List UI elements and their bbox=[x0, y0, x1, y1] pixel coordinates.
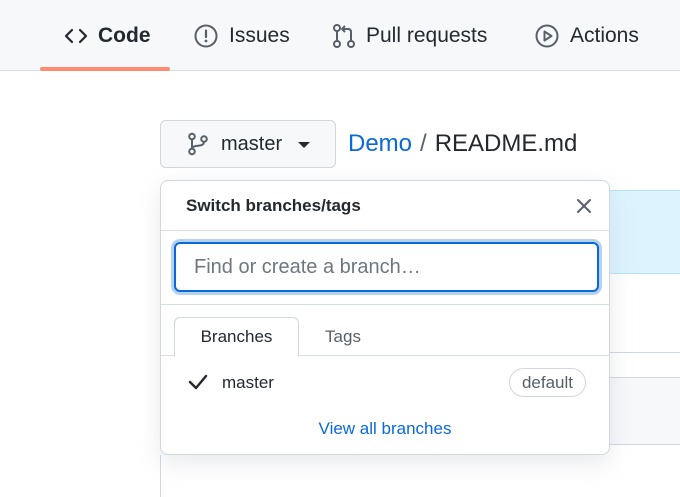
tab-label: Code bbox=[98, 23, 151, 47]
breadcrumb: Demo / README.md bbox=[348, 130, 577, 158]
dropdown-tabs: Branches Tags bbox=[161, 305, 609, 357]
tab-label: Pull requests bbox=[366, 23, 488, 47]
dropdown-header: Switch branches/tags bbox=[161, 181, 609, 231]
git-pull-request-icon bbox=[332, 23, 356, 49]
branch-item-name: master bbox=[222, 373, 274, 392]
default-badge: default bbox=[508, 368, 586, 397]
check-icon bbox=[188, 373, 208, 396]
active-tab-indicator bbox=[40, 67, 170, 71]
branch-list-item[interactable]: master default bbox=[161, 359, 609, 407]
tab-issues[interactable]: Issues bbox=[193, 0, 290, 71]
tab-label: Actions bbox=[570, 23, 639, 47]
breadcrumb-repo-link[interactable]: Demo bbox=[348, 130, 412, 158]
close-icon[interactable] bbox=[573, 195, 595, 217]
code-icon bbox=[64, 26, 88, 46]
file-box-bg bbox=[600, 377, 680, 445]
breadcrumb-separator: / bbox=[420, 130, 427, 157]
branch-name: master bbox=[221, 132, 283, 155]
tab-branches[interactable]: Branches bbox=[174, 317, 299, 357]
divider bbox=[600, 352, 680, 353]
branch-select-button[interactable]: master bbox=[160, 120, 336, 168]
dropdown-title: Switch branches/tags bbox=[186, 196, 361, 215]
tab-code[interactable]: Code bbox=[64, 0, 151, 71]
repo-nav: Code Issues Pull requests Actions bbox=[0, 0, 680, 71]
tab-actions[interactable]: Actions bbox=[534, 0, 639, 71]
tab-tags[interactable]: Tags bbox=[299, 317, 387, 357]
triangle-down-icon bbox=[298, 142, 311, 148]
tab-label: Issues bbox=[229, 23, 290, 47]
play-icon bbox=[534, 23, 560, 49]
issue-opened-icon bbox=[193, 23, 219, 49]
tab-pull-requests[interactable]: Pull requests bbox=[332, 0, 487, 71]
breadcrumb-file: README.md bbox=[434, 130, 578, 157]
filter-area bbox=[161, 231, 609, 305]
git-branch-icon bbox=[187, 132, 209, 156]
file-header-bg bbox=[600, 190, 680, 274]
view-all-branches-link[interactable]: View all branches bbox=[161, 419, 609, 439]
divider bbox=[160, 455, 161, 497]
branch-filter-input[interactable] bbox=[174, 242, 599, 292]
branch-switcher-dropdown: Switch branches/tags Branches Tags maste… bbox=[160, 180, 610, 455]
